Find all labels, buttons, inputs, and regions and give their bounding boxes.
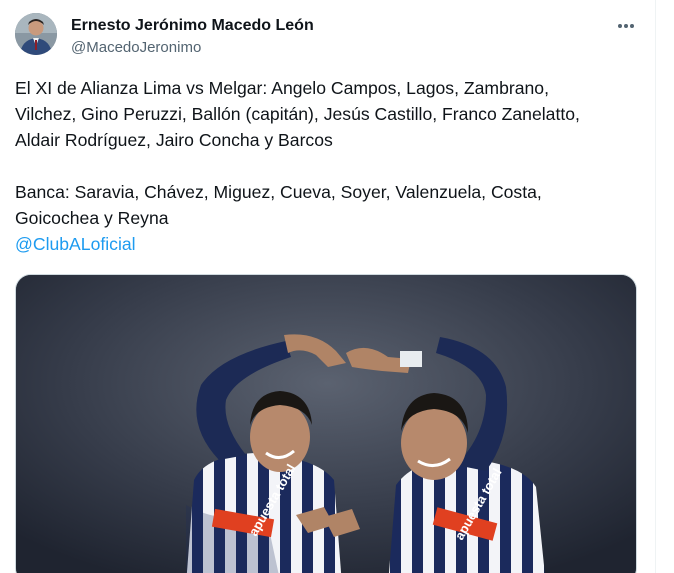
mention-link[interactable]: @ClubALoficial xyxy=(15,231,136,257)
tweet-text-line: El XI de Alianza Lima vs Melgar: Angelo … xyxy=(15,78,549,98)
tweet[interactable]: Ernesto Jerónimo Macedo León @MacedoJero… xyxy=(0,0,655,573)
tweet-text-line: Vilchez, Gino Peruzzi, Ballón (capitán),… xyxy=(15,104,580,124)
author-handle[interactable]: @MacedoJeronimo xyxy=(71,38,201,58)
tweet-text-line: Banca: Saravia, Chávez, Miguez, Cueva, S… xyxy=(15,182,542,202)
players-photo: apuesta total apuesta total xyxy=(16,275,636,573)
more-options-button[interactable] xyxy=(608,15,644,37)
more-horizontal-icon xyxy=(618,24,634,28)
tweet-text-line: Goicochea y Reyna xyxy=(15,208,169,228)
author-name[interactable]: Ernesto Jerónimo Macedo León xyxy=(71,16,314,36)
avatar[interactable] xyxy=(15,13,57,55)
tweet-lineup-paragraph: El XI de Alianza Lima vs Melgar: Angelo … xyxy=(15,75,640,153)
tweet-photo[interactable]: apuesta total apuesta total xyxy=(15,274,637,573)
tweet-text-line: Aldair Rodríguez, Jairo Concha y Barcos xyxy=(15,130,333,150)
tweet-text: El XI de Alianza Lima vs Melgar: Angelo … xyxy=(15,75,640,257)
tweet-bench-paragraph: Banca: Saravia, Chávez, Miguez, Cueva, S… xyxy=(15,179,640,231)
timeline-divider xyxy=(655,0,656,573)
